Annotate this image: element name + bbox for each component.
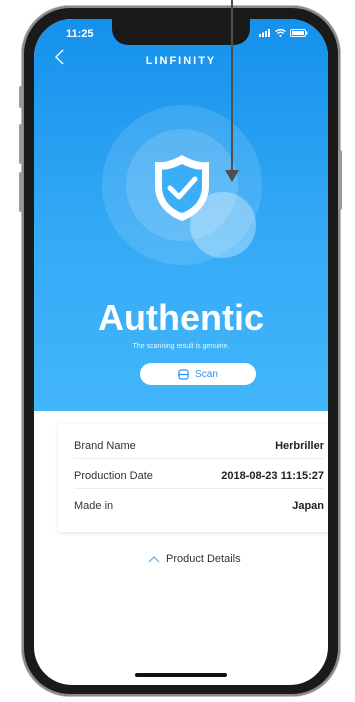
brand-label: Brand Name	[74, 440, 136, 452]
status-time: 11:25	[66, 28, 94, 40]
annotation-pointer-line	[231, 0, 233, 176]
annotation-pointer-arrowhead	[225, 170, 239, 182]
status-icons	[259, 29, 308, 37]
product-details-label: Product Details	[166, 553, 241, 565]
info-row-brand: Brand Name Herbriller	[74, 434, 324, 459]
wifi-icon	[275, 29, 286, 37]
info-row-made-in: Made in Japan	[74, 494, 324, 518]
phone-power-button	[338, 150, 342, 210]
result-title: Authentic	[98, 297, 264, 338]
signal-icon	[259, 29, 270, 37]
scan-icon	[178, 368, 190, 380]
result-subtitle: The scanning result is genuine.	[132, 343, 230, 350]
product-details-toggle[interactable]: Product Details	[148, 553, 241, 565]
info-row-production-date: Production Date 2018-08-23 11:15:27	[74, 464, 324, 489]
phone-volume-up	[19, 124, 23, 164]
product-info-card: Brand Name Herbriller Production Date 20…	[58, 424, 328, 532]
production-date-label: Production Date	[74, 470, 153, 482]
made-in-label: Made in	[74, 500, 114, 512]
app-screen: 11:25 LINFINITY Authentic The scanning r…	[34, 19, 328, 685]
scan-button[interactable]: Scan	[140, 363, 256, 385]
scan-button-label: Scan	[195, 368, 218, 380]
battery-icon	[290, 29, 308, 37]
phone-notch	[112, 19, 250, 45]
phone-volume-down	[19, 172, 23, 212]
home-indicator[interactable]	[135, 673, 227, 677]
tap-indicator	[190, 192, 256, 258]
brand-value: Herbriller	[275, 440, 324, 452]
made-in-value: Japan	[292, 500, 324, 512]
result-hero: 11:25 LINFINITY Authentic The scanning r…	[34, 19, 328, 411]
app-title: LINFINITY	[145, 55, 217, 67]
production-date-value: 2018-08-23 11:15:27	[221, 470, 324, 482]
phone-silent-switch	[19, 86, 23, 108]
chevron-up-icon	[148, 556, 160, 563]
